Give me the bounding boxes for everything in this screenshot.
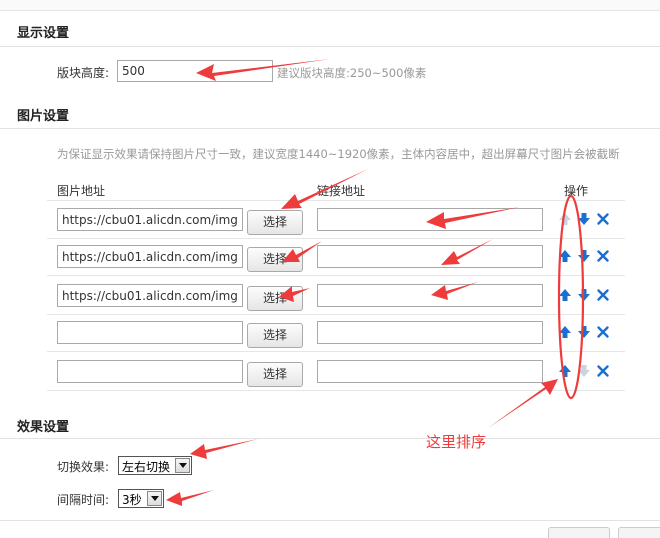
annotation-text: 这里排序	[426, 433, 487, 451]
annotation-arrow	[488, 379, 558, 428]
annotation-circle	[557, 194, 585, 400]
annotation-overlay	[166, 59, 585, 506]
annotation-arrow	[279, 286, 310, 302]
annotation-arrow	[281, 169, 368, 209]
annotation-arrow	[431, 282, 478, 300]
annotation-arrow	[190, 439, 258, 459]
annotation-arrow	[196, 59, 330, 81]
annotation-arrow	[166, 490, 214, 506]
annotation-arrow	[441, 239, 493, 265]
annotation-arrow	[282, 241, 322, 262]
annotation-arrow	[426, 207, 520, 229]
